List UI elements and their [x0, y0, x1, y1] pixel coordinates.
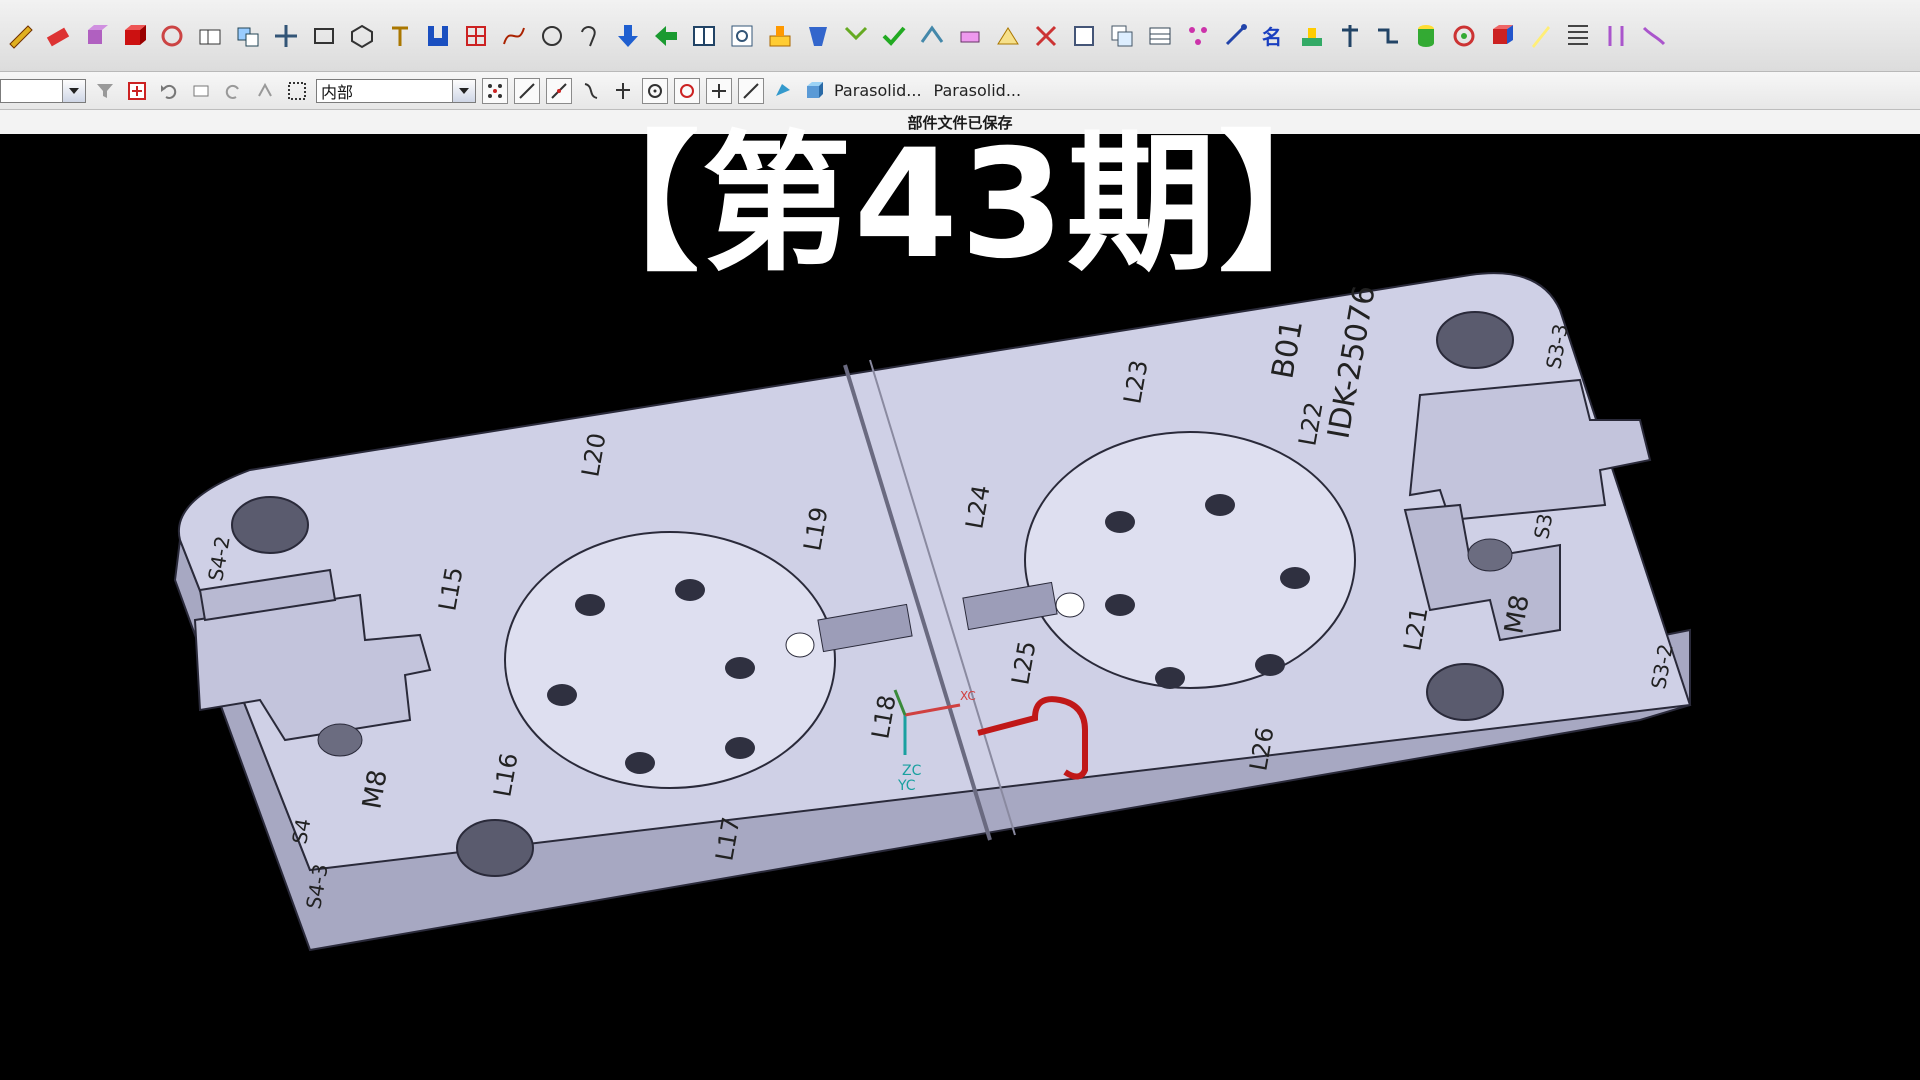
svg-text:名: 名 — [1262, 25, 1282, 49]
cooling-icon[interactable] — [1448, 20, 1480, 52]
trim-icon[interactable] — [1030, 20, 1062, 52]
rotate-icon[interactable] — [252, 78, 278, 104]
move-icon[interactable] — [270, 20, 302, 52]
snap-midpoint-icon[interactable] — [546, 77, 572, 104]
thicken-icon[interactable] — [954, 20, 986, 52]
label-L26: L26 — [1244, 725, 1279, 773]
block-icon[interactable] — [194, 20, 226, 52]
mold-base-icon[interactable] — [1296, 20, 1328, 52]
label-s4-3: S4-3 — [301, 862, 333, 911]
text-icon[interactable] — [384, 20, 416, 52]
parasolid-label-2[interactable]: Parasolid... — [934, 81, 1022, 100]
runner-icon[interactable] — [1638, 20, 1670, 52]
sketch-icon[interactable] — [4, 20, 36, 52]
circle-icon[interactable] — [536, 20, 568, 52]
box-select-icon[interactable] — [284, 78, 310, 104]
view-icon[interactable] — [188, 78, 214, 104]
label-L20: L20 — [576, 431, 611, 479]
selection-scope-combo[interactable]: 内部 — [316, 78, 476, 103]
chamfer-icon[interactable] — [840, 20, 872, 52]
label-s4: S4 — [287, 817, 315, 846]
spline-icon[interactable] — [498, 20, 530, 52]
eraser-icon[interactable] — [42, 20, 74, 52]
snap-face-icon[interactable] — [770, 78, 796, 104]
boolean-icon[interactable] — [232, 20, 264, 52]
arc-icon[interactable] — [574, 20, 606, 52]
engraving-part-number: IDK-25076 — [1321, 283, 1382, 441]
name-icon[interactable]: 名 — [1258, 20, 1290, 52]
label-s3-2: S3-2 — [1646, 642, 1678, 691]
main-toolbar: 名 — [0, 0, 1920, 72]
parasolid-label-1[interactable]: Parasolid... — [834, 81, 922, 100]
shell-icon[interactable] — [992, 20, 1024, 52]
axis-label-zc: ZC — [902, 763, 922, 779]
redo-icon[interactable] — [220, 78, 246, 104]
axis-label-xc: XC — [960, 689, 976, 703]
chevron-down-icon[interactable] — [452, 79, 475, 102]
label-L19: L19 — [798, 505, 833, 553]
grid-icon[interactable] — [460, 20, 492, 52]
undo-icon[interactable] — [156, 78, 182, 104]
snap-center-icon[interactable] — [642, 77, 668, 104]
engraving-b01: B01 — [1265, 317, 1310, 381]
pad-icon[interactable] — [802, 20, 834, 52]
pattern-icon[interactable] — [1182, 20, 1214, 52]
label-L21: L21 — [1398, 605, 1433, 653]
pocket-icon[interactable] — [422, 20, 454, 52]
pencil-icon[interactable] — [1524, 20, 1556, 52]
snap-point-icon[interactable] — [706, 77, 732, 104]
selection-toolbar: 内部 Parasolid... Parasolid... — [0, 72, 1920, 110]
label-L15: L15 — [433, 565, 468, 613]
label-s4-2: S4-2 — [203, 534, 235, 583]
boss-icon[interactable] — [764, 20, 796, 52]
selection-scope-value: 内部 — [321, 82, 354, 102]
snap-endpoint-icon[interactable] — [514, 77, 540, 104]
label-L17: L17 — [710, 815, 745, 863]
polygon-icon[interactable] — [346, 20, 378, 52]
label-s3-3: S3-3 — [1541, 322, 1573, 371]
layer-combo[interactable] — [0, 78, 86, 103]
ejector-icon[interactable] — [1334, 20, 1366, 52]
label-L25: L25 — [1006, 639, 1041, 687]
episode-banner: 【第43期】 — [549, 118, 1371, 292]
label-m8-left: M8 — [357, 768, 393, 812]
selection-add-icon[interactable] — [124, 78, 150, 104]
check-icon[interactable] — [878, 20, 910, 52]
blend-icon[interactable] — [916, 20, 948, 52]
layers-icon[interactable] — [1144, 20, 1176, 52]
measure-icon[interactable] — [1220, 20, 1252, 52]
parasolid-icon[interactable] — [802, 78, 828, 104]
snap-all-icon[interactable] — [482, 77, 508, 104]
slide-icon[interactable] — [1372, 20, 1404, 52]
label-L23: L23 — [1118, 358, 1153, 406]
label-L18: L18 — [866, 693, 901, 741]
snap-on-curve-icon[interactable] — [738, 77, 764, 104]
label-L24: L24 — [960, 483, 995, 531]
filter-icon[interactable] — [92, 78, 118, 104]
label-m8-right: M8 — [1499, 593, 1535, 637]
snap-quadrant-icon[interactable] — [674, 77, 700, 104]
copy-icon[interactable] — [1106, 20, 1138, 52]
extrude-icon[interactable] — [80, 20, 112, 52]
gate-icon[interactable] — [1600, 20, 1632, 52]
chevron-down-icon[interactable] — [62, 79, 85, 102]
solid-icon[interactable] — [1486, 20, 1518, 52]
arrow-down-icon[interactable] — [612, 20, 644, 52]
rectangle-icon[interactable] — [308, 20, 340, 52]
snap-control-icon[interactable] — [578, 78, 604, 104]
sheet-icon[interactable] — [1068, 20, 1100, 52]
bom-icon[interactable] — [1562, 20, 1594, 52]
axis-label-yc: YC — [897, 778, 916, 794]
label-s3: S3 — [1529, 512, 1557, 541]
hole-icon[interactable] — [726, 20, 758, 52]
cylinder-icon[interactable] — [1410, 20, 1442, 52]
revolve-icon[interactable] — [156, 20, 188, 52]
book-icon[interactable] — [688, 20, 720, 52]
arrow-left-icon[interactable] — [650, 20, 682, 52]
cube-icon[interactable] — [118, 20, 150, 52]
label-L16: L16 — [488, 751, 523, 799]
snap-intersection-icon[interactable] — [610, 78, 636, 104]
